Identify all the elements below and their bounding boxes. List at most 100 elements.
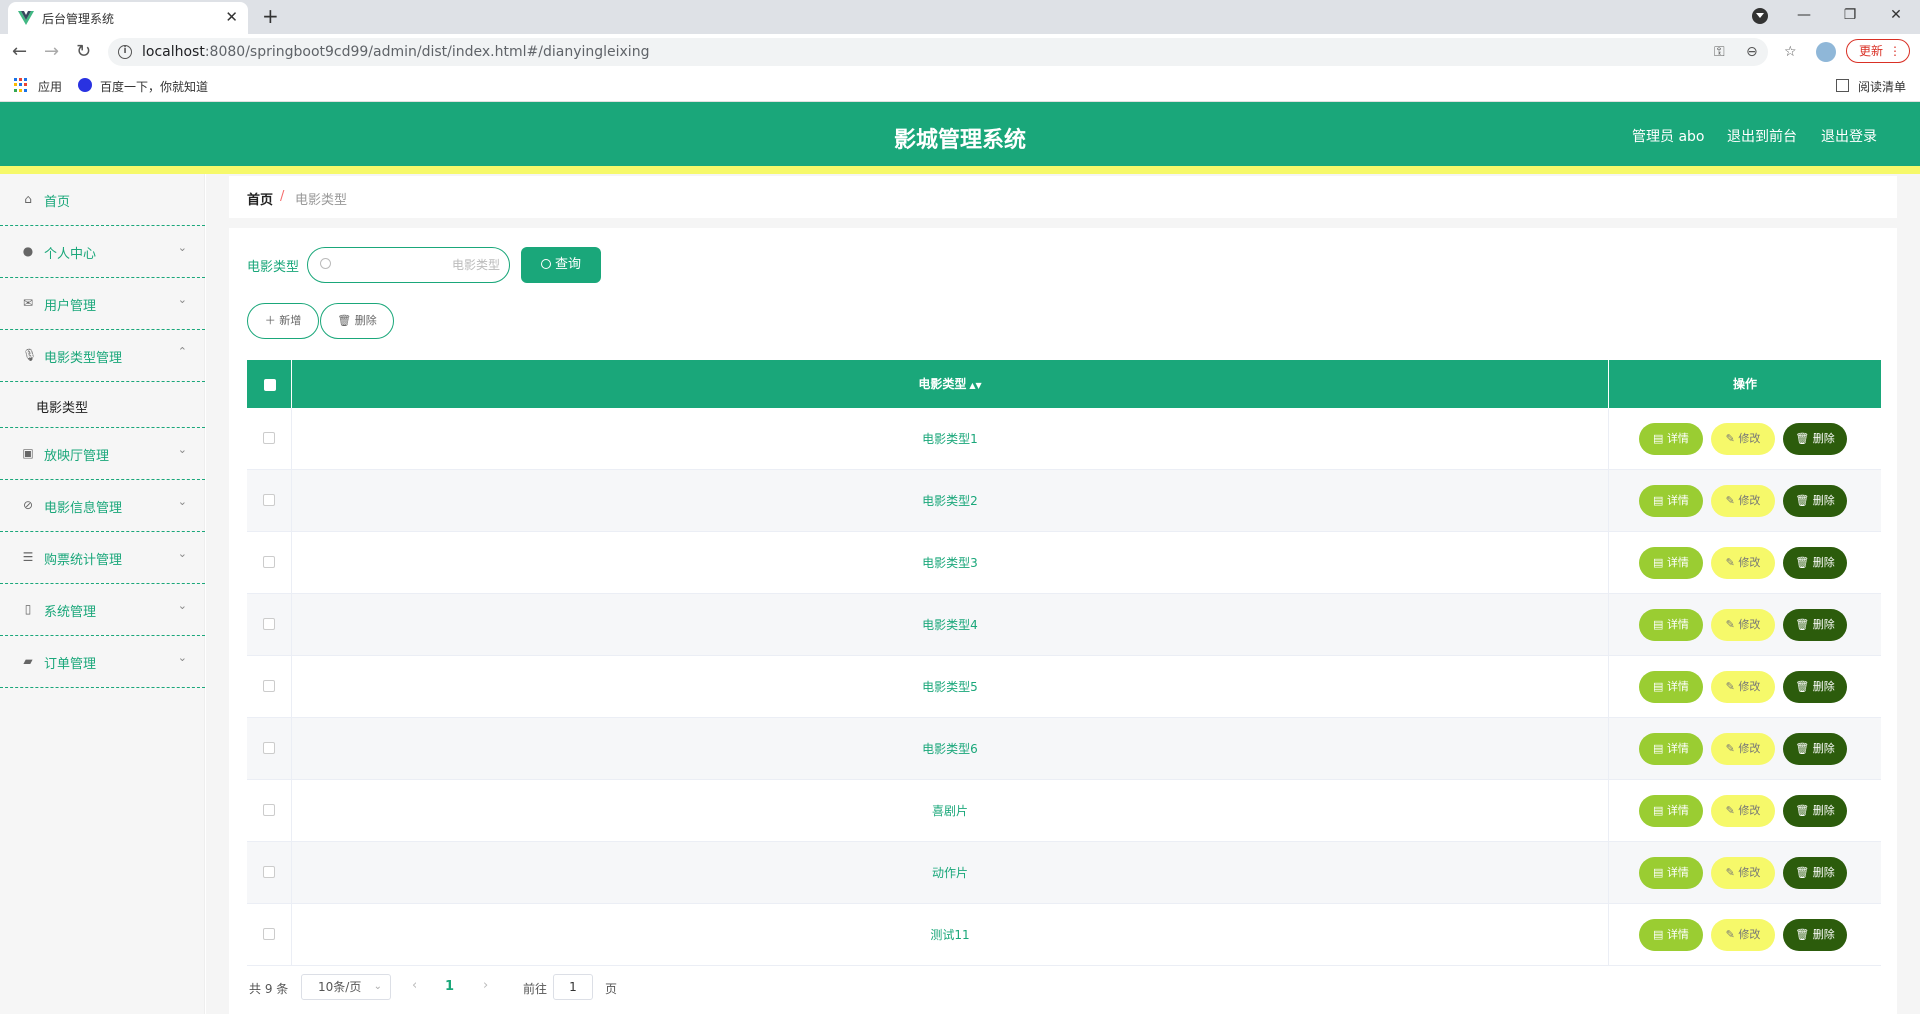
sidebar-item-order-mgmt[interactable]: ▰ 订单管理 ⌄ (0, 636, 205, 688)
delete-button-label: 删除 (1812, 556, 1835, 569)
reload-icon[interactable]: ↻ (76, 41, 91, 63)
sidebar-item-movie-info-mgmt[interactable]: ⊘ 电影信息管理 ⌄ (0, 480, 205, 532)
omnibox[interactable]: i localhost:8080/springboot9cd99/admin/d… (108, 38, 1797, 66)
breadcrumb-home[interactable]: 首页 (247, 189, 273, 208)
edit-button[interactable]: ✎ 修改 (1711, 609, 1775, 641)
pencil-icon: ✎ (1725, 928, 1739, 941)
goto-page-input[interactable]: 1 (553, 974, 593, 1000)
edit-button[interactable]: ✎ 修改 (1711, 733, 1775, 765)
detail-button[interactable]: ▤ 详情 (1639, 609, 1703, 641)
detail-button[interactable]: ▤ 详情 (1639, 795, 1703, 827)
browser-tab[interactable]: 后台管理系统 ✕ (8, 2, 248, 34)
sidebar-subitem-movie-type[interactable]: 电影类型 (0, 382, 205, 428)
edit-button[interactable]: ✎ 修改 (1711, 795, 1775, 827)
edit-button[interactable]: ✎ 修改 (1711, 423, 1775, 455)
query-button[interactable]: 查询 (521, 247, 601, 283)
edit-button[interactable]: ✎ 修改 (1711, 671, 1775, 703)
row-checkbox[interactable] (247, 594, 292, 656)
restore-icon[interactable]: ❐ (1842, 6, 1858, 24)
delete-button[interactable]: 🗑 删除 (1783, 547, 1847, 579)
back-to-front-link[interactable]: 退出到前台 (1727, 126, 1797, 146)
camera-icon: ▰ (23, 654, 33, 668)
delete-button[interactable]: 🗑 删除 (1783, 485, 1847, 517)
detail-button[interactable]: ▤ 详情 (1639, 919, 1703, 951)
detail-button[interactable]: ▤ 详情 (1639, 857, 1703, 889)
batch-delete-button[interactable]: 🗑 删除 (320, 303, 394, 339)
sidebar-item-home[interactable]: ⌂ 首页 (0, 174, 205, 226)
edit-button[interactable]: ✎ 修改 (1711, 919, 1775, 951)
detail-button[interactable]: ▤ 详情 (1639, 547, 1703, 579)
trash-icon: 🗑 (1795, 866, 1813, 879)
pencil-icon: ✎ (1725, 680, 1739, 693)
add-button[interactable]: ＋ 新增 (247, 303, 319, 339)
profile-avatar[interactable] (1816, 42, 1836, 62)
row-checkbox[interactable] (247, 408, 292, 470)
column-header-type[interactable]: 电影类型 ▲▼ (292, 360, 1609, 408)
delete-button[interactable]: 🗑 删除 (1783, 919, 1847, 951)
sidebar-item-personal[interactable]: ● 个人中心 ⌄ (0, 226, 205, 278)
next-page-icon[interactable]: › (483, 978, 488, 993)
detail-button[interactable]: ▤ 详情 (1639, 733, 1703, 765)
sort-icon[interactable]: ▲▼ (969, 381, 981, 390)
reading-list[interactable]: 阅读清单 (1858, 78, 1906, 95)
sidebar-item-users[interactable]: ✉ 用户管理 ⌄ (0, 278, 205, 330)
key-icon[interactable]: ⚿ (1714, 44, 1725, 60)
delete-button[interactable]: 🗑 删除 (1783, 857, 1847, 889)
row-checkbox[interactable] (247, 718, 292, 780)
update-button[interactable]: 更新 ⋮ (1846, 39, 1910, 63)
star-icon[interactable]: ☆ (1784, 44, 1797, 60)
window-close-icon[interactable]: ✕ (1888, 6, 1904, 24)
sidebar-item-movie-type-mgmt[interactable]: 🎙 电影类型管理 ⌃ (0, 330, 205, 382)
row-checkbox[interactable] (247, 842, 292, 904)
detail-button[interactable]: ▤ 详情 (1639, 423, 1703, 455)
row-checkbox[interactable] (247, 532, 292, 594)
bookmark-baidu[interactable]: 百度一下，你就知道 (100, 78, 208, 95)
sidebar-item-ticket-stats-mgmt[interactable]: ☰ 购票统计管理 ⌄ (0, 532, 205, 584)
url-text[interactable]: localhost:8080/springboot9cd99/admin/dis… (142, 44, 649, 60)
row-checkbox[interactable] (247, 780, 292, 842)
cell-movie-type: 动作片 (292, 842, 1609, 904)
bookmark-apps[interactable]: 应用 (38, 78, 62, 95)
search-field[interactable] (307, 247, 510, 283)
minimize-icon[interactable]: — (1796, 6, 1812, 24)
row-checkbox[interactable] (247, 656, 292, 718)
search-input[interactable] (336, 254, 500, 276)
prev-page-icon[interactable]: ‹ (412, 978, 417, 993)
delete-button[interactable]: 🗑 删除 (1783, 423, 1847, 455)
edit-button[interactable]: ✎ 修改 (1711, 485, 1775, 517)
document-icon: ▤ (1653, 804, 1667, 817)
pencil-icon: ✎ (1725, 866, 1739, 879)
new-tab-icon[interactable]: + (262, 4, 279, 28)
address-bar: ← → ↻ i localhost:8080/springboot9cd99/a… (0, 34, 1920, 70)
sidebar-item-hall-mgmt[interactable]: ▣ 放映厅管理 ⌄ (0, 428, 205, 480)
detail-button[interactable]: ▤ 详情 (1639, 485, 1703, 517)
sidebar-item-system-mgmt[interactable]: ▯ 系统管理 ⌄ (0, 584, 205, 636)
delete-button[interactable]: 🗑 删除 (1783, 795, 1847, 827)
browser-tabbar: 后台管理系统 ✕ + — ❐ ✕ (0, 0, 1920, 34)
delete-button-label: 删除 (1812, 742, 1835, 755)
row-checkbox[interactable] (247, 904, 292, 966)
breadcrumb-current: 电影类型 (295, 193, 348, 208)
edit-button[interactable]: ✎ 修改 (1711, 547, 1775, 579)
pencil-icon: ✎ (1725, 618, 1739, 631)
tab-search-icon[interactable] (1752, 8, 1768, 24)
tab-close-icon[interactable]: ✕ (225, 8, 238, 26)
table-row: 动作片 ▤ 详情 ✎ 修改 🗑 删除 (247, 842, 1881, 904)
sidebar-item-label: 首页 (44, 195, 71, 210)
delete-button[interactable]: 🗑 删除 (1783, 733, 1847, 765)
row-checkbox[interactable] (247, 470, 292, 532)
delete-button[interactable]: 🗑 删除 (1783, 609, 1847, 641)
detail-button[interactable]: ▤ 详情 (1639, 671, 1703, 703)
page-number[interactable]: 1 (445, 979, 454, 994)
edit-button[interactable]: ✎ 修改 (1711, 857, 1775, 889)
forward-icon[interactable]: → (44, 41, 59, 63)
mail-icon: ✉ (22, 296, 34, 310)
delete-button[interactable]: 🗑 删除 (1783, 671, 1847, 703)
zoom-icon[interactable]: ⊖ (1746, 44, 1758, 60)
logout-link[interactable]: 退出登录 (1821, 126, 1877, 146)
info-icon[interactable]: i (118, 45, 132, 59)
detail-button-label: 详情 (1666, 432, 1689, 445)
back-icon[interactable]: ← (12, 41, 27, 63)
select-all-checkbox[interactable] (247, 360, 292, 408)
page-size-select[interactable]: 10条/页 ⌄ (301, 974, 391, 1000)
